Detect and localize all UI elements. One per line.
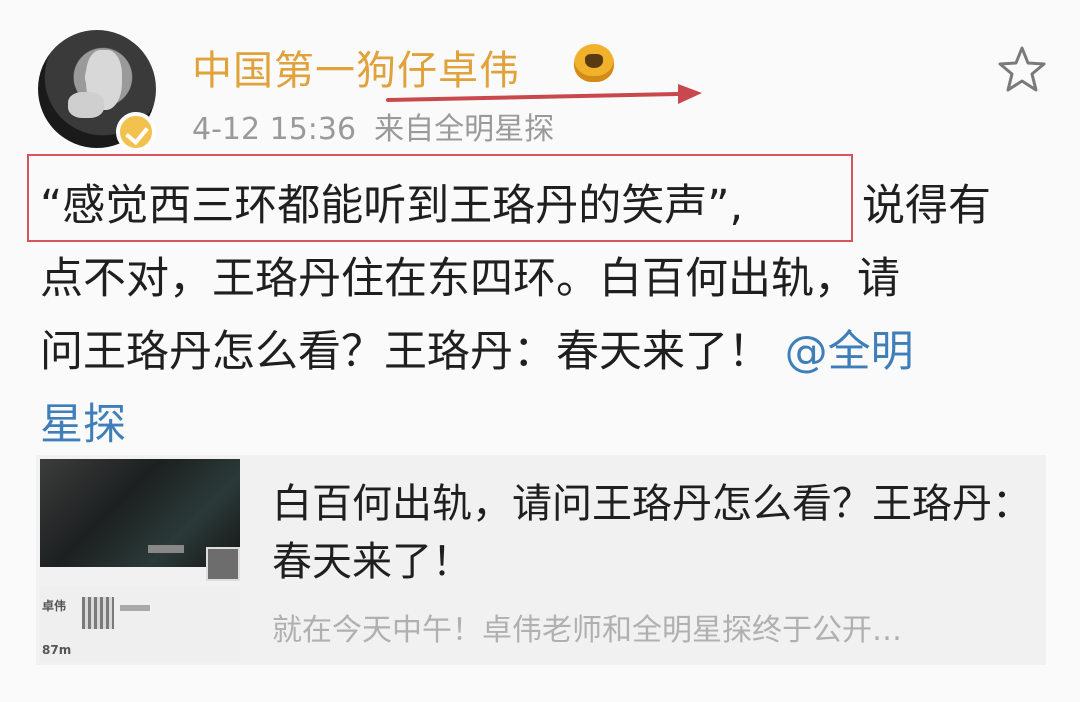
post-source[interactable]: 来自全明星探 [374,112,554,147]
thumbnail-bar [120,605,150,611]
qr-code-icon [82,597,114,629]
mention-link[interactable]: @全明 [785,327,914,377]
avatar-hand [68,92,104,118]
post-meta: 4-12 15:36 来自全明星探 [192,104,554,148]
card-title[interactable]: 白百何出轨，请问王珞丹怎么看？王珞丹：春天来了！ [272,475,1032,591]
verified-badge-icon [116,112,156,152]
post-body: “感觉西三环都能听到王珞丹的笑声”, 说得有 点不对，王珞丹住在东四环。白百何出轨… [40,170,1040,462]
quoted-text: “感觉西三环都能听到王珞丹的笑声”, [40,181,744,231]
thumbnail-label-top: 卓伟 [42,599,67,613]
star-icon[interactable] [996,44,1048,96]
thumbnail-face [206,547,240,581]
thumbnail-lower: 卓伟 87m [40,587,240,661]
body-line-1: “感觉西三环都能听到王珞丹的笑声”, 说得有 [40,170,1040,243]
thumbnail-label-bottom: 87m [42,643,72,657]
thumbnail-caption [148,545,184,553]
body-line-3: 问王珞丹怎么看？王珞丹：春天来了！ @全明 [40,316,1040,389]
body-line-2: 点不对，王珞丹住在东四环。白百何出轨，请 [40,254,900,304]
link-preview-card[interactable]: 卓伟 87m 白百何出轨，请问王珞丹怎么看？王珞丹：春天来了！ 就在今天中午！卓… [36,455,1046,665]
mention-link-continued[interactable]: 星探 [40,389,1040,462]
post-timestamp[interactable]: 4-12 15:36 [192,112,356,147]
body-line-1-rest: 说得有 [862,181,991,231]
body-line-3-text: 问王珞丹怎么看？王珞丹：春天来了！ [40,327,771,377]
card-subtitle: 就在今天中午！卓伟老师和全明星探终于公开… [272,613,902,648]
card-thumbnail [40,459,240,581]
